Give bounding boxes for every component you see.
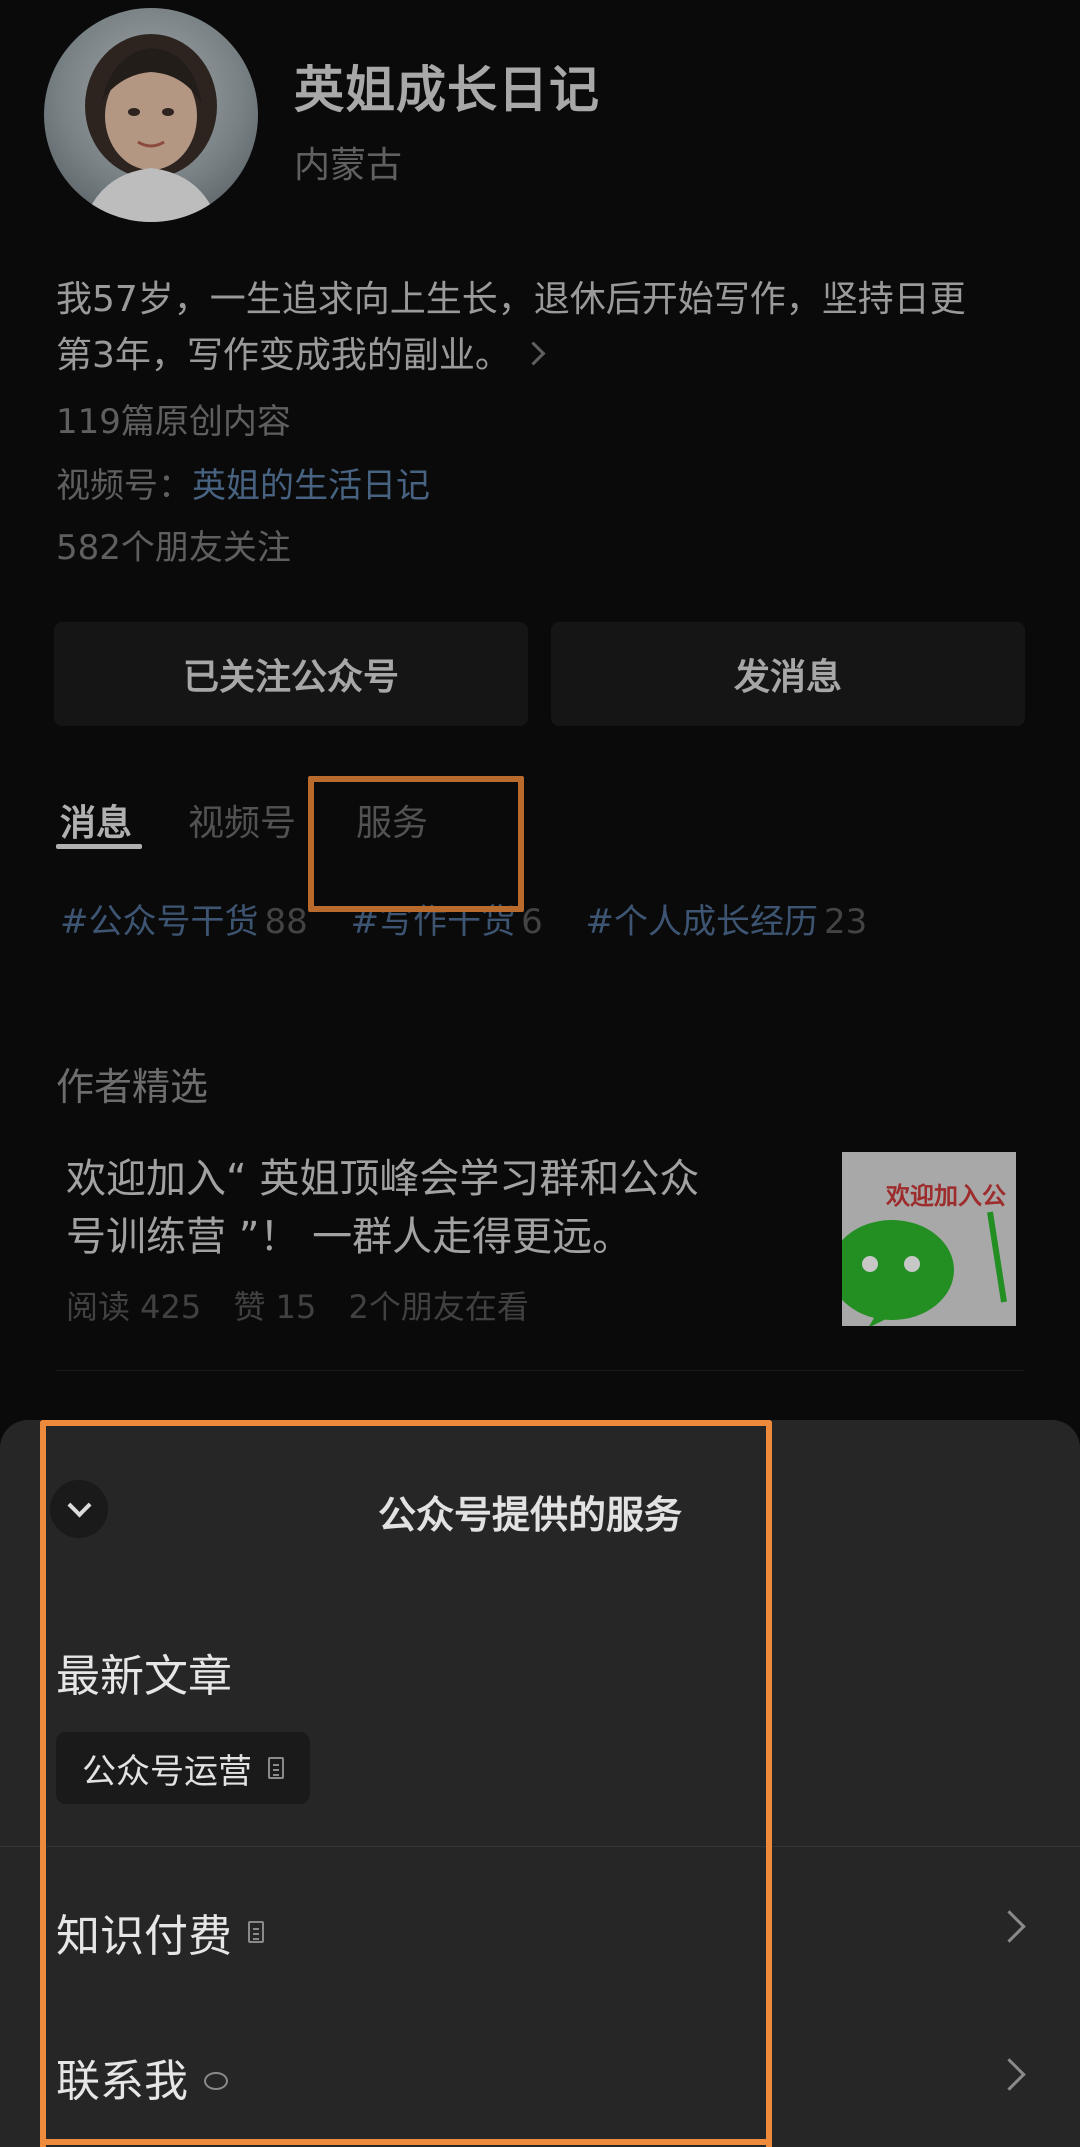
highlight-box-services-tab <box>308 776 524 912</box>
chevron-right-icon <box>521 340 546 366</box>
account-bio[interactable]: 我57岁，一生追求向上生长，退休后开始写作，坚持日更 第3年，写作变成我的副业。 <box>56 272 1046 384</box>
wechat-logo-icon <box>842 1211 1007 1326</box>
friends-following-count: 582个朋友关注 <box>56 528 291 568</box>
featured-article-title-line-2: 号训练营 ”！ 一群人走得更远。 <box>66 1214 633 1260</box>
send-message-button[interactable]: 发消息 <box>551 622 1025 726</box>
hashtag-name: #公众号干货 <box>60 902 259 942</box>
featured-article-title-line-1: 欢迎加入“ 英姐顶峰会学习群和公众 <box>66 1156 700 1202</box>
hashtag-count: 23 <box>824 902 868 942</box>
divider <box>56 1370 1024 1371</box>
article-likes: 赞 15 <box>233 1288 317 1326</box>
account-name: 英姐成长日记 <box>294 61 600 119</box>
article-friends-reading: 2个朋友在看 <box>348 1288 529 1326</box>
active-tab-indicator <box>56 844 142 849</box>
highlight-box-services-sheet-bottom <box>40 2139 772 2145</box>
article-reads: 阅读 425 <box>66 1288 202 1326</box>
bio-line-2-text: 第3年，写作变成我的副业。 <box>56 335 511 376</box>
tab-video-channel[interactable]: 视频号 <box>188 794 296 846</box>
avatar[interactable] <box>44 8 258 222</box>
tab-messages[interactable]: 消息 <box>60 794 132 846</box>
featured-article-meta: 阅读 425 赞 15 2个朋友在看 <box>66 1282 551 1328</box>
hashtag-count: 6 <box>521 902 543 942</box>
featured-article-thumbnail[interactable]: 欢迎加入公 <box>842 1152 1016 1326</box>
bio-line-1: 我57岁，一生追求向上生长，退休后开始写作，坚持日更 <box>56 279 966 320</box>
author-picks-title: 作者精选 <box>56 1065 209 1109</box>
avatar-portrait-icon <box>84 34 218 222</box>
video-channel-row: 视频号：英姐的生活日记 <box>56 458 430 507</box>
video-channel-prefix: 视频号： <box>56 466 192 506</box>
featured-article-title[interactable]: 欢迎加入“ 英姐顶峰会学习群和公众 号训练营 ”！ 一群人走得更远。 <box>66 1150 826 1266</box>
bio-line-2: 第3年，写作变成我的副业。 <box>56 328 1046 384</box>
original-content-count: 119篇原创内容 <box>56 402 291 442</box>
followed-button[interactable]: 已关注公众号 <box>54 622 528 726</box>
hashtag-item[interactable]: #公众号干货 88 <box>60 902 308 942</box>
hashtag-name: #个人成长经历 <box>585 902 819 942</box>
account-region: 内蒙古 <box>294 145 403 186</box>
highlight-box-services-sheet <box>40 1420 772 2147</box>
hashtag-count: 88 <box>264 902 308 942</box>
hashtag-item[interactable]: #个人成长经历 23 <box>586 902 868 942</box>
video-channel-link[interactable]: 英姐的生活日记 <box>192 466 430 506</box>
